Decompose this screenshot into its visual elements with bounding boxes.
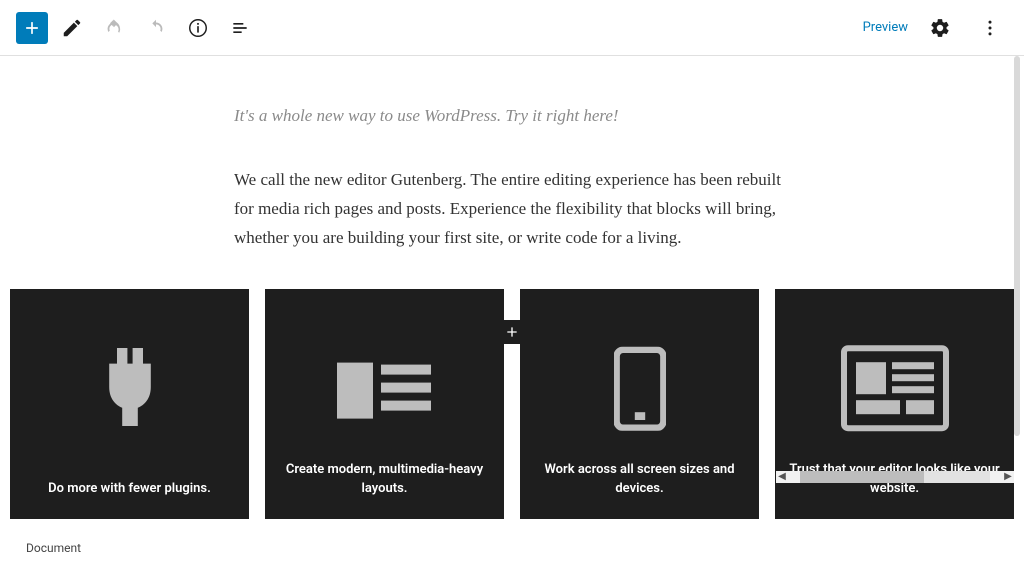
editor-canvas[interactable]: It's a whole new way to use WordPress. T… (0, 56, 1024, 519)
feature-card-label: Work across all screen sizes and devices… (534, 460, 745, 499)
intro-subtitle[interactable]: It's a whole new way to use WordPress. T… (234, 106, 790, 126)
settings-button[interactable] (922, 10, 958, 46)
scroll-thumb[interactable] (800, 471, 924, 483)
info-button[interactable] (180, 10, 216, 46)
content-text-area: It's a whole new way to use WordPress. T… (222, 106, 802, 253)
feature-card-layouts[interactable]: Create modern, multimedia-heavy layouts. (265, 289, 504, 519)
undo-button[interactable] (96, 10, 132, 46)
undo-icon (103, 17, 125, 39)
plug-icon (91, 339, 169, 439)
phone-icon (614, 346, 666, 434)
toolbar-left-group (16, 10, 258, 46)
list-icon (230, 18, 250, 38)
feature-card-label: Do more with fewer plugins. (48, 479, 211, 499)
plus-icon (22, 18, 42, 38)
info-icon (187, 17, 209, 39)
feature-card-wysiwyg[interactable]: Trust that your editor looks like your w… (775, 289, 1014, 519)
insert-block-inline-button[interactable] (500, 320, 524, 344)
vertical-dots-icon (980, 18, 1000, 38)
scroll-right-arrow-icon[interactable]: ▶ (1002, 471, 1014, 483)
feature-card-devices[interactable]: Work across all screen sizes and devices… (520, 289, 759, 519)
redo-icon (145, 17, 167, 39)
edit-mode-button[interactable] (54, 10, 90, 46)
horizontal-scrollbar[interactable]: ◀ ▶ (776, 471, 1014, 483)
browser-layout-icon (840, 344, 950, 436)
add-block-button[interactable] (16, 12, 48, 44)
preview-link[interactable]: Preview (863, 20, 908, 35)
intro-paragraph[interactable]: We call the new editor Gutenberg. The en… (234, 166, 790, 253)
top-toolbar: Preview (0, 0, 1024, 56)
plus-icon (504, 324, 520, 340)
scroll-left-arrow-icon[interactable]: ◀ (776, 471, 788, 483)
pencil-icon (61, 17, 83, 39)
toolbar-right-group: Preview (863, 10, 1008, 46)
outline-button[interactable] (222, 10, 258, 46)
gear-icon (929, 17, 951, 39)
vertical-scrollbar[interactable] (1014, 56, 1020, 436)
redo-button[interactable] (138, 10, 174, 46)
more-menu-button[interactable] (972, 10, 1008, 46)
feature-card-plugins[interactable]: Do more with fewer plugins. (10, 289, 249, 519)
feature-card-label: Create modern, multimedia-heavy layouts. (279, 460, 490, 499)
layout-icon (337, 354, 433, 430)
scroll-track[interactable] (800, 471, 990, 483)
breadcrumb-document[interactable]: Document (26, 541, 81, 555)
